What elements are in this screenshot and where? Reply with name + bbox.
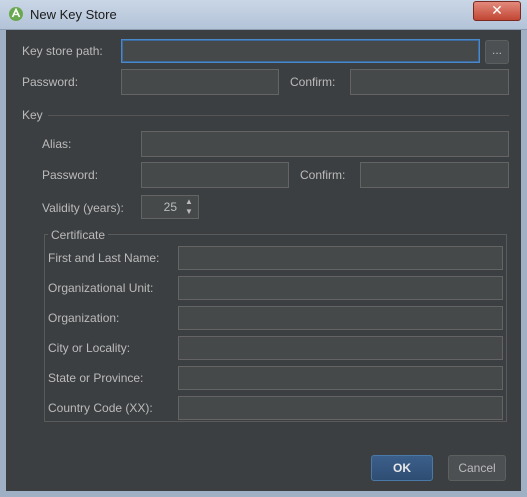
window-frame-right — [521, 30, 527, 497]
keystore-confirm-label: Confirm: — [290, 75, 336, 89]
alias-input[interactable] — [141, 131, 509, 157]
key-password-label: Password: — [42, 168, 99, 182]
window-title: New Key Store — [30, 7, 117, 22]
validity-value[interactable]: 25 — [143, 200, 177, 214]
country-code-label: Country Code (XX): — [48, 401, 153, 415]
alias-label: Alias: — [42, 137, 72, 151]
keystore-path-input[interactable] — [121, 39, 480, 63]
key-confirm-label: Confirm: — [300, 168, 346, 182]
organization-input[interactable] — [178, 306, 503, 330]
state-province-input[interactable] — [178, 366, 503, 390]
city-locality-label: City or Locality: — [48, 341, 131, 355]
first-last-name-input[interactable] — [178, 246, 503, 270]
ok-button[interactable]: OK — [371, 455, 433, 481]
validity-label: Validity (years): — [42, 201, 124, 215]
cancel-button[interactable]: Cancel — [448, 455, 506, 481]
state-province-label: State or Province: — [48, 371, 144, 385]
key-section-label: Key — [22, 108, 43, 122]
city-locality-input[interactable] — [178, 336, 503, 360]
key-confirm-input[interactable] — [360, 162, 509, 188]
chevron-down-icon[interactable]: ▼ — [182, 207, 196, 217]
android-studio-icon — [9, 7, 23, 21]
browse-button[interactable]: ... — [485, 40, 509, 64]
keystore-confirm-input[interactable] — [350, 69, 509, 95]
keystore-path-label: Key store path: — [22, 44, 103, 58]
window-frame-bottom — [0, 491, 527, 497]
organization-label: Organization: — [48, 311, 120, 325]
chevron-up-icon[interactable]: ▲ — [182, 197, 196, 207]
first-last-name-label: First and Last Name: — [48, 251, 160, 265]
country-code-input[interactable] — [178, 396, 503, 420]
key-password-input[interactable] — [141, 162, 289, 188]
close-icon[interactable]: ✕ — [473, 1, 521, 21]
certificate-group-label: Certificate — [48, 228, 109, 242]
keystore-password-label: Password: — [22, 75, 79, 89]
key-section-divider — [48, 115, 509, 116]
organizational-unit-input[interactable] — [178, 276, 503, 300]
organizational-unit-label: Organizational Unit: — [48, 281, 154, 295]
keystore-password-input[interactable] — [121, 69, 279, 95]
